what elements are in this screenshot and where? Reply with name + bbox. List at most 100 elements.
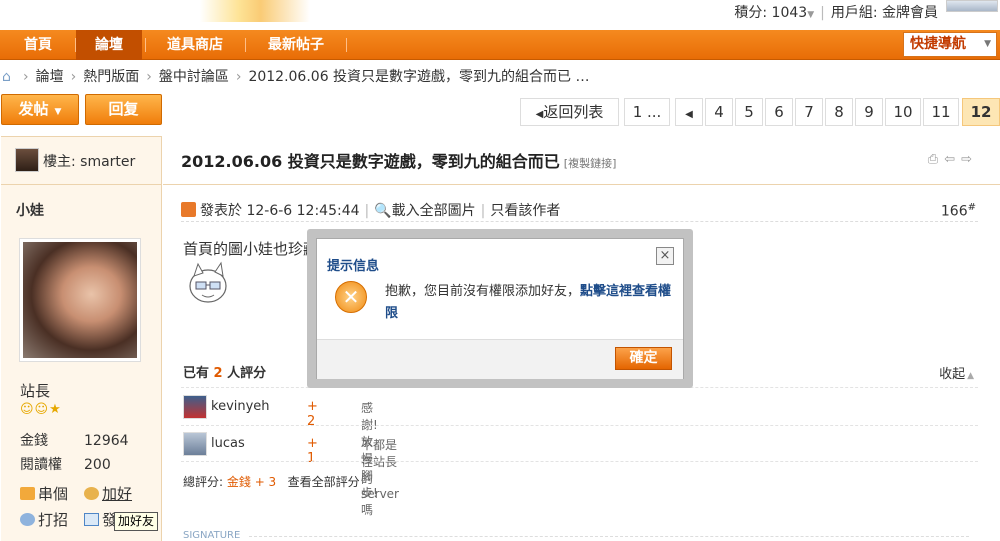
title-tools: ⎙⇦⇨ xyxy=(928,152,978,167)
chevron-down-icon: ▼ xyxy=(984,39,991,49)
post-meta: 發表於 12-6-6 12:45:44 | 🔍載入全部圖片 | 只看該作者 xyxy=(181,200,560,220)
breadcrumb: ⌂ › 論壇 › 熱門版面 › 盤中討論區 › 2012.06.06 投資只是數字遊戲，零到九的… xyxy=(2,69,590,85)
prev-page-button[interactable]: ◀ xyxy=(675,98,703,126)
author-only-link[interactable]: 只看該作者 xyxy=(490,203,560,219)
emoticon-icon xyxy=(189,261,227,303)
author-sidebar: 樓主: smarter 小娃 站長 ☺☺★ 金錢 12964 閱讀權 200 串個 … xyxy=(1,136,162,541)
page-4[interactable]: 4 xyxy=(705,98,733,126)
confirm-button[interactable]: 確定 xyxy=(615,347,672,370)
rating-header: 已有 2 人評分 xyxy=(183,362,266,381)
tooltip: 加好友 xyxy=(114,512,159,531)
user-info: 積分: 1043▼ | 用戶組: 金牌會員 xyxy=(734,5,938,21)
home-icon xyxy=(20,487,35,500)
envelope-icon xyxy=(84,513,99,526)
permission-dialog: 提示信息 × ✕ 抱歉，您目前沒有權限添加好友，點擊這裡查看權限 確定 xyxy=(316,238,684,379)
breadcrumb-hot-boards[interactable]: 熱門版面 xyxy=(83,69,139,85)
dialog-message-text: 抱歉，您目前沒有權限添加好友， xyxy=(385,284,581,299)
close-icon[interactable]: × xyxy=(656,247,674,265)
chevron-left-icon: ◀ xyxy=(685,109,693,120)
post-body: 首頁的圖小娃也珍藏 xyxy=(183,240,319,258)
collapse-label: 收起 xyxy=(939,367,966,382)
banner-decoration xyxy=(200,0,310,22)
main-nav: 首頁 論壇 道具商店 最新帖子 xyxy=(0,30,1000,60)
dialog-frame: 提示信息 × ✕ 抱歉，您目前沒有權限添加好友，點擊這裡查看權限 確定 xyxy=(307,229,693,388)
load-images-link[interactable]: 載入全部圖片 xyxy=(392,203,476,219)
rater-name[interactable]: kevinyeh xyxy=(211,399,270,414)
page-11[interactable]: 11 xyxy=(923,98,959,126)
page-6[interactable]: 6 xyxy=(765,98,793,126)
page-10[interactable]: 10 xyxy=(885,98,921,126)
reply-button[interactable]: 回复 xyxy=(85,94,162,125)
avatar[interactable] xyxy=(15,148,39,172)
owner-label[interactable]: 樓主: smarter xyxy=(43,151,135,171)
home-icon[interactable]: ⌂ xyxy=(2,69,16,85)
rating-reason: 不都是 在站長的 server嗎 xyxy=(361,438,399,517)
rating-total-label: 總評分: xyxy=(183,475,224,489)
rank-star-icon: ☺☺★ xyxy=(20,402,62,417)
page-5[interactable]: 5 xyxy=(735,98,763,126)
next-thread-icon[interactable]: ⇨ xyxy=(961,152,978,167)
stat-label: 閱讀權 xyxy=(20,457,62,473)
usergroup-label: 用戶組: 金牌會員 xyxy=(830,5,938,21)
rating-total: 總評分: 金錢 + 3 查看全部評分 xyxy=(183,473,360,490)
add-friend-label: 加好 xyxy=(102,485,133,503)
chevron-down-icon[interactable]: ▼ xyxy=(807,10,814,20)
poke-link[interactable]: 打招 xyxy=(20,509,68,530)
top-strip: 積分: 1043▼ | 用戶組: 金牌會員 xyxy=(0,0,1000,28)
points-label[interactable]: 積分: 1043 xyxy=(734,5,807,21)
visit-link[interactable]: 串個 xyxy=(20,483,68,504)
nav-item-forum[interactable]: 論壇 xyxy=(76,30,142,60)
view-all-ratings-link[interactable]: 查看全部評分 xyxy=(288,475,360,489)
back-to-list-button[interactable]: ◀返回列表 xyxy=(520,98,619,126)
rating-suffix: 人評分 xyxy=(227,366,267,381)
nav-item-shop[interactable]: 道具商店 xyxy=(152,30,238,60)
dialog-title: 提示信息 xyxy=(327,259,380,274)
thread-title: 2012.06.06 投資只是數字遊戲，零到九的組合而已 [複製鏈接] xyxy=(181,148,616,172)
thread-owner: 樓主: smarter xyxy=(1,137,162,185)
author-rank: 站長 xyxy=(20,382,51,400)
page-8[interactable]: 8 xyxy=(825,98,853,126)
stat-label: 金錢 xyxy=(20,433,48,449)
chevron-down-icon: ▼ xyxy=(54,107,62,117)
back-to-list-label: 返回列表 xyxy=(543,103,604,121)
breadcrumb-forum[interactable]: 論壇 xyxy=(36,69,64,85)
prev-thread-icon[interactable]: ⇦ xyxy=(944,152,961,167)
print-icon[interactable]: ⎙ xyxy=(928,152,944,167)
thread-title-text: 2012.06.06 投資只是數字遊戲，零到九的組合而已 xyxy=(181,152,560,171)
posted-at: 發表於 12-6-6 12:45:44 xyxy=(200,203,360,219)
breadcrumb-board[interactable]: 盤中討論區 xyxy=(159,69,229,85)
rating-total-value: 金錢 + 3 xyxy=(226,475,277,489)
error-icon: ✕ xyxy=(335,281,367,313)
nav-item-latest[interactable]: 最新帖子 xyxy=(253,30,339,60)
avatar[interactable] xyxy=(946,0,998,12)
avatar[interactable] xyxy=(183,395,207,419)
stat-value: 200 xyxy=(84,457,111,473)
author-name[interactable]: 小娃 xyxy=(16,200,44,220)
breadcrumb-thread[interactable]: 2012.06.06 投資只是數字遊戲，零到九的組合而已 … xyxy=(248,69,589,85)
collapse-rating-link[interactable]: 收起 ▲ xyxy=(939,363,974,382)
poke-icon xyxy=(20,513,35,526)
new-post-label: 发帖 xyxy=(18,100,49,118)
dialog-message: 抱歉，您目前沒有權限添加好友，點擊這裡查看權限 xyxy=(385,281,675,325)
quick-nav-button[interactable]: 快捷導航 ▼ xyxy=(903,32,997,57)
page-first[interactable]: 1 ... xyxy=(624,98,670,126)
new-post-button[interactable]: 发帖 ▼ xyxy=(1,94,79,125)
rating-prefix: 已有 xyxy=(183,366,210,381)
avatar[interactable] xyxy=(183,432,207,456)
nav-item-home[interactable]: 首頁 xyxy=(8,30,68,60)
poke-label: 打招 xyxy=(38,511,69,529)
search-icon: 🔍 xyxy=(374,203,392,219)
handshake-icon xyxy=(84,487,99,500)
add-friend-link[interactable]: 加好 xyxy=(84,483,132,504)
quick-nav-label: 快捷導航 xyxy=(910,36,966,52)
page-9[interactable]: 9 xyxy=(855,98,883,126)
page-7[interactable]: 7 xyxy=(795,98,823,126)
floor-value: 166 xyxy=(940,203,968,220)
copy-link[interactable]: [複製鏈接] xyxy=(564,157,617,170)
floor-number[interactable]: 166# xyxy=(941,202,976,220)
author-photo[interactable] xyxy=(19,238,141,362)
stat-read-perm: 閱讀權 200 xyxy=(20,454,111,474)
rater-name[interactable]: lucas xyxy=(211,436,245,451)
author-icon xyxy=(181,202,196,217)
page-current: 12 xyxy=(962,98,1000,126)
